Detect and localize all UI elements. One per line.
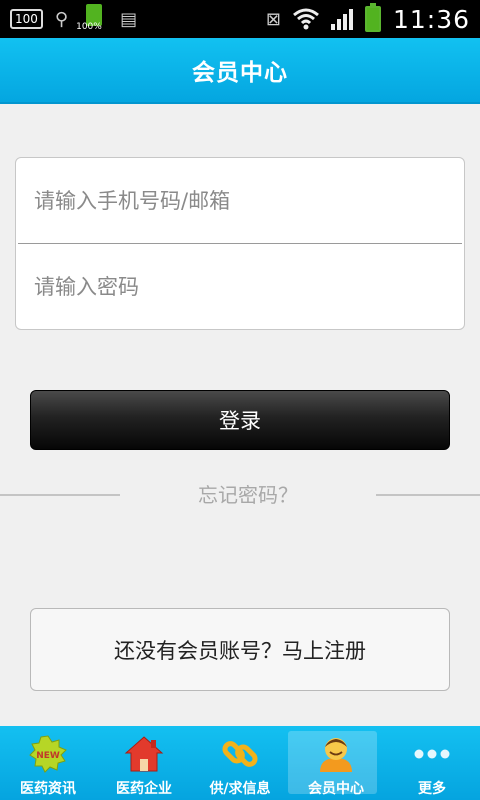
house-icon bbox=[124, 734, 164, 774]
page-title: 会员中心 bbox=[192, 60, 288, 86]
clock: 11:36 bbox=[392, 4, 470, 34]
wifi-icon bbox=[292, 8, 319, 30]
password-field-row bbox=[16, 244, 464, 330]
chain-link-icon bbox=[220, 734, 260, 774]
nav-item-more[interactable]: 更多 bbox=[384, 726, 480, 800]
battery-level-badge: 100 bbox=[10, 9, 43, 29]
nav-item-member-center[interactable]: 会员中心 bbox=[288, 726, 384, 800]
battery-charging-icon: 100% bbox=[76, 4, 108, 34]
svg-text:NEW: NEW bbox=[36, 751, 60, 761]
login-form-card bbox=[15, 157, 465, 330]
account-field-row bbox=[16, 158, 464, 244]
account-input[interactable] bbox=[34, 189, 444, 213]
user-avatar-icon bbox=[316, 734, 356, 774]
login-button[interactable]: 登录 bbox=[30, 390, 450, 450]
more-dots-icon bbox=[412, 734, 452, 774]
register-button[interactable]: 还没有会员账号？马上注册 bbox=[30, 608, 450, 691]
nav-item-news[interactable]: NEW 医药资讯 bbox=[0, 726, 96, 800]
no-signal-nfc-icon: ⊠ bbox=[265, 8, 281, 30]
password-input[interactable] bbox=[34, 275, 444, 299]
sim-card-icon: ▤ bbox=[120, 8, 138, 30]
forgot-divider-left bbox=[0, 494, 120, 496]
status-left: 100 ⚲ 100% ▤ bbox=[10, 4, 137, 34]
status-bar: 100 ⚲ 100% ▤ ⊠ 11:36 bbox=[0, 0, 480, 38]
forgot-password-link[interactable]: 忘记密码？ bbox=[120, 480, 376, 510]
forgot-divider-right bbox=[376, 494, 480, 496]
usb-icon: ⚲ bbox=[54, 8, 69, 30]
bottom-nav: NEW 医药资讯 医药企业 供/求信息 会员中心 更多 bbox=[0, 726, 480, 800]
nav-label: 医药企业 bbox=[116, 781, 172, 797]
nav-label: 供/求信息 bbox=[209, 781, 271, 797]
forgot-password-row: 忘记密码？ bbox=[0, 480, 480, 510]
status-right: ⊠ 11:36 bbox=[265, 3, 470, 34]
news-new-badge-icon: NEW bbox=[28, 734, 68, 774]
nav-item-supply-demand[interactable]: 供/求信息 bbox=[192, 726, 288, 800]
nav-label: 医药资讯 bbox=[20, 781, 76, 797]
nav-label: 会员中心 bbox=[308, 781, 364, 797]
cell-signal-icon bbox=[330, 8, 353, 30]
title-bar: 会员中心 bbox=[0, 38, 480, 104]
battery-icon bbox=[364, 3, 381, 32]
nav-label: 更多 bbox=[418, 781, 446, 797]
nav-item-companies[interactable]: 医药企业 bbox=[96, 726, 192, 800]
battery-percent-label: 100% bbox=[76, 22, 102, 32]
